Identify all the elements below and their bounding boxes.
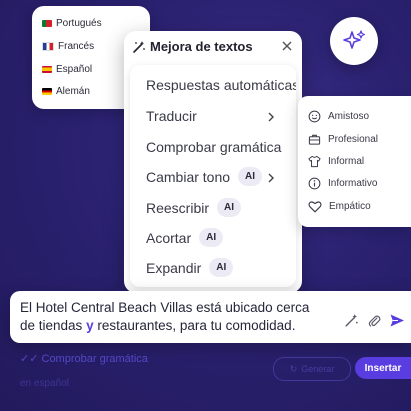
menu-item-label: Expandir bbox=[146, 259, 202, 276]
germany-flag-icon bbox=[42, 88, 52, 95]
portugal-flag-icon bbox=[42, 20, 52, 27]
tone-submenu: Amistoso Profesional Informal Informativ… bbox=[298, 96, 411, 227]
ai-badge: AI bbox=[209, 258, 234, 277]
smiley-icon bbox=[308, 110, 321, 123]
shirt-icon bbox=[308, 155, 321, 168]
insert-label: Insertar bbox=[364, 362, 402, 374]
menu-header: Mejora de textos bbox=[124, 31, 302, 63]
briefcase-icon bbox=[308, 134, 321, 145]
tone-item-informative[interactable]: Informativo bbox=[308, 177, 377, 190]
tone-label: Profesional bbox=[328, 134, 379, 145]
message-editor[interactable]: El Hotel Central Beach Villas está ubica… bbox=[10, 291, 411, 343]
sparkle-icon bbox=[343, 30, 366, 49]
menu-item-auto-replies[interactable]: Respuestas automáticas bbox=[146, 77, 296, 93]
message-text[interactable]: El Hotel Central Beach Villas está ubica… bbox=[20, 299, 340, 335]
menu-item-translate[interactable]: Traducir bbox=[146, 108, 280, 124]
chevron-right-icon bbox=[268, 112, 274, 122]
tone-label: Empático bbox=[329, 201, 371, 212]
menu-item-label: Comprobar gramática bbox=[146, 139, 282, 155]
language-item-spanish[interactable]: Español bbox=[42, 64, 92, 75]
grammar-check-icon: ✓✓ bbox=[20, 353, 42, 365]
spain-flag-icon bbox=[42, 66, 52, 73]
info-icon bbox=[308, 177, 321, 190]
editor-actions bbox=[344, 313, 405, 328]
menu-item-label: Cambiar tono bbox=[146, 168, 231, 185]
message-text-segment: de tiendas bbox=[20, 318, 87, 333]
menu-list: Respuestas automáticas Traducir Comproba… bbox=[130, 65, 296, 287]
tone-label: Informativo bbox=[328, 178, 378, 189]
message-text-segment: restaurantes, para tu comodidad. bbox=[93, 318, 296, 333]
tone-item-professional[interactable]: Profesional bbox=[308, 133, 378, 146]
ai-badge: AI bbox=[199, 228, 224, 247]
message-line-2: de tiendas y restaurantes, para tu comod… bbox=[20, 317, 340, 335]
menu-title: Mejora de textos bbox=[150, 39, 253, 54]
check-grammar-link[interactable]: ✓✓ Comprobar gramática bbox=[20, 352, 148, 365]
menu-item-expand[interactable]: Expandir AI bbox=[146, 258, 234, 277]
highlighted-word: y bbox=[86, 318, 94, 333]
send-icon[interactable] bbox=[389, 313, 405, 328]
menu-item-label: Reescribir bbox=[146, 199, 210, 216]
menu-item-shorten[interactable]: Acortar AI bbox=[146, 228, 224, 247]
chevron-right-icon bbox=[268, 173, 274, 183]
ai-badge: AI bbox=[217, 198, 242, 217]
tone-label: Informal bbox=[328, 156, 365, 167]
language-label: Alemán bbox=[56, 86, 90, 97]
menu-item-change-tone[interactable]: Cambiar tono AI bbox=[146, 167, 263, 186]
menu-item-check-grammar[interactable]: Comprobar gramática bbox=[146, 139, 281, 155]
insert-button[interactable]: Insertar bbox=[355, 357, 411, 379]
generate-button[interactable]: ↻ Generar bbox=[273, 357, 351, 381]
generate-label: Generar bbox=[301, 364, 335, 374]
language-item-french[interactable]: Francés bbox=[42, 41, 94, 52]
close-icon[interactable] bbox=[280, 39, 294, 53]
refresh-icon: ↻ bbox=[289, 363, 298, 374]
message-line-1: El Hotel Central Beach Villas está ubica… bbox=[20, 300, 310, 315]
faded-line: en español bbox=[20, 378, 69, 389]
ai-sparkle-button[interactable] bbox=[330, 17, 378, 65]
tone-label: Amistoso bbox=[328, 111, 370, 122]
menu-item-label: Acortar bbox=[146, 229, 192, 246]
menu-item-rewrite[interactable]: Reescribir AI bbox=[146, 198, 242, 217]
ai-badge: AI bbox=[238, 167, 263, 186]
menu-item-label: Traducir bbox=[146, 108, 197, 124]
france-flag-icon bbox=[42, 42, 54, 51]
magic-wand-icon[interactable] bbox=[344, 313, 359, 328]
language-item-german[interactable]: Alemán bbox=[42, 86, 90, 97]
grammar-link-label: Comprobar gramática bbox=[41, 353, 148, 365]
language-label: Portugués bbox=[56, 18, 102, 29]
language-item-portuguese[interactable]: Portugués bbox=[42, 18, 102, 29]
language-label: Francés bbox=[58, 41, 95, 52]
menu-item-label: Respuestas automáticas bbox=[146, 77, 296, 93]
language-label: Español bbox=[56, 64, 93, 75]
paperclip-icon[interactable] bbox=[367, 313, 381, 328]
tone-item-friendly[interactable]: Amistoso bbox=[308, 110, 369, 123]
text-enhancement-menu: Mejora de textos Respuestas automáticas … bbox=[124, 31, 302, 293]
tone-item-empathetic[interactable]: Empático bbox=[308, 200, 371, 213]
heart-icon bbox=[308, 201, 322, 213]
tone-item-informal[interactable]: Informal bbox=[308, 155, 364, 168]
magic-wand-icon bbox=[133, 41, 145, 53]
